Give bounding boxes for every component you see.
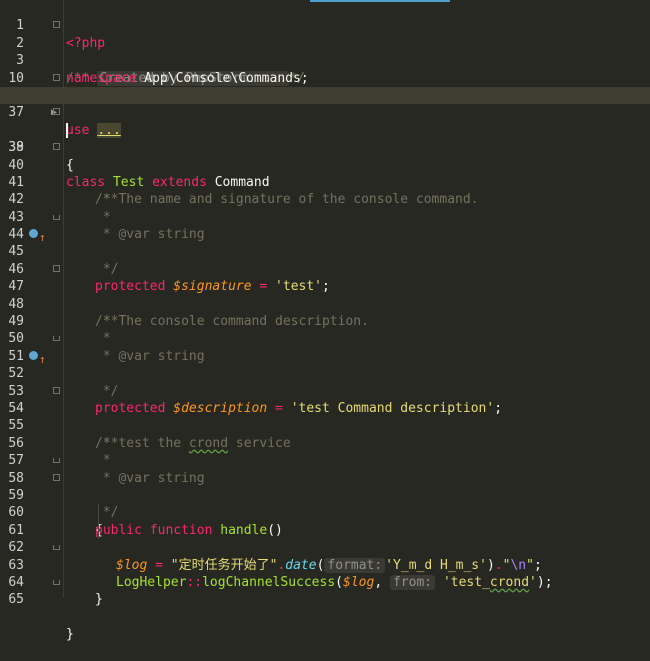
code-line[interactable]: 52 ↑ protected $description = 'test Comm…: [0, 348, 650, 416]
code-line[interactable]: 57 * @var string: [0, 435, 650, 485]
code-line[interactable]: 50 * @var string: [0, 313, 650, 363]
fold-collapse-icon[interactable]: [53, 143, 60, 151]
fold-end-icon[interactable]: [53, 336, 60, 342]
fold-end-icon[interactable]: [53, 214, 60, 220]
code-line[interactable]: 45 ↑ protected $signature = 'test';: [0, 226, 650, 294]
code-line[interactable]: 41 * The name and signature of the conso…: [0, 157, 650, 207]
code-line[interactable]: 59 public function handle(): [0, 470, 650, 538]
code-line[interactable]: 56 *: [0, 417, 650, 468]
code-line[interactable]: 54 /**: [0, 383, 650, 451]
code-line[interactable]: 11 use ...: [0, 70, 650, 138]
fold-end-icon[interactable]: [53, 458, 60, 464]
code-line[interactable]: 51 */: [0, 330, 650, 399]
code-line[interactable]: 1 <?php: [0, 0, 650, 50]
fold-end-icon[interactable]: [53, 579, 60, 585]
code-lines: 1 <?php 2 /** Created by PhpStorm. ... */…: [0, 0, 650, 642]
fold-collapse-icon[interactable]: [53, 386, 60, 394]
code-line[interactable]: 64: [0, 557, 650, 590]
code-line[interactable]: 10: [0, 52, 650, 86]
indent-guide: [98, 504, 99, 522]
line-number: 65: [8, 592, 24, 608]
code-line[interactable]: 42 *: [0, 174, 650, 224]
fold-end-icon[interactable]: [53, 545, 60, 551]
code-line[interactable]: 2 /** Created by PhpStorm. ... */: [0, 17, 650, 86]
code-line[interactable]: 65 }: [0, 574, 650, 642]
code-line[interactable]: 46: [0, 243, 650, 277]
code-editor[interactable]: 1 <?php 2 /** Created by PhpStorm. ... */…: [0, 0, 650, 642]
code-line[interactable]: 63 }: [0, 539, 650, 607]
fold-expand-icon[interactable]: [53, 21, 60, 29]
fold-collapse-icon[interactable]: [53, 473, 60, 481]
fold-expand-icon[interactable]: [53, 73, 60, 81]
code-line[interactable]: 61 $log = "定时任务开始了".date(format: 'Y_m_d H…: [0, 504, 650, 573]
fold-collapse-icon[interactable]: [53, 264, 60, 272]
code-line[interactable]: 3 namespace App\Console\Commands;: [0, 35, 650, 85]
code-line[interactable]: 47 /**: [0, 261, 650, 329]
code-line[interactable]: ▶ 38 class Test extends Command: [0, 104, 650, 190]
code-line[interactable]: 43 * @var string: [0, 191, 650, 242]
code-line[interactable]: 44 */: [0, 209, 650, 277]
code-line[interactable]: 48 * The console command description.: [0, 278, 650, 329]
code-line[interactable]: 49 *: [0, 296, 650, 346]
code-line[interactable]: 55 * test the crond service: [0, 400, 650, 450]
fold-collapse-icon[interactable]: [53, 108, 60, 116]
code-line[interactable]: 60 {: [0, 487, 650, 537]
code-line[interactable]: 58 */: [0, 452, 650, 520]
code-line[interactable]: 53: [0, 365, 650, 399]
code-line[interactable]: 40 /**: [0, 139, 650, 207]
indent-guide: [98, 521, 99, 540]
code-line[interactable]: 62 LogHelper::logChannelSuccess($log, fr…: [0, 521, 650, 590]
code-line[interactable]: 39 {: [0, 122, 650, 172]
current-line[interactable]: 37: [0, 86, 650, 138]
